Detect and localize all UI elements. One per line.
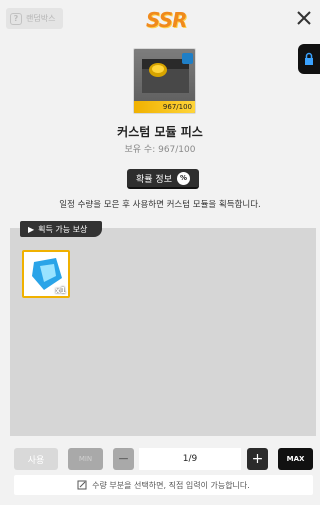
min-button[interactable]: MIN — [68, 448, 103, 470]
rarity-label: SSR — [146, 8, 187, 32]
input-hint: 수량 부분을 선택하면, 직접 입력이 가능합니다. — [14, 475, 313, 495]
input-hint-text: 수량 부분을 선택하면, 직접 입력이 가능합니다. — [92, 480, 250, 490]
quantity-input[interactable]: 1/9 — [139, 448, 241, 470]
reward-panel: x1 — [10, 228, 316, 436]
lock-icon — [305, 52, 313, 65]
question-icon: ? — [10, 12, 22, 25]
edit-icon — [77, 480, 87, 490]
lock-button[interactable] — [298, 44, 320, 74]
percent-icon: % — [176, 171, 190, 185]
reward-tag: ▶ 획득 가능 보상 — [20, 221, 102, 237]
close-icon — [297, 11, 311, 25]
play-icon: ▶ — [28, 224, 35, 234]
random-box-label: 랜덤박스 — [26, 14, 56, 23]
plus-icon: + — [251, 451, 264, 467]
random-box-button[interactable]: ? 랜덤박스 — [6, 8, 63, 29]
reward-item[interactable]: x1 — [22, 250, 70, 298]
increase-button[interactable]: + — [247, 448, 268, 470]
max-button[interactable]: MAX — [278, 448, 313, 470]
reward-quantity: x1 — [55, 286, 66, 295]
item-count-bar: 967/100 — [134, 101, 195, 113]
decrease-button[interactable]: − — [113, 448, 134, 470]
lock-badge-icon — [182, 53, 193, 64]
item-description: 일정 수량을 모은 후 사용하면 커스텀 모듈을 획득합니다. — [59, 200, 261, 210]
close-button[interactable] — [292, 6, 316, 30]
use-button[interactable]: 사용 — [14, 448, 58, 470]
minus-icon: − — [117, 451, 130, 467]
item-name: 커스텀 모듈 피스 — [117, 125, 203, 139]
probability-info-label: 확률 정보 — [136, 174, 172, 185]
owned-count: 보유 수: 967/100 — [124, 145, 196, 155]
reward-tag-label: 획득 가능 보상 — [38, 224, 88, 234]
item-icon-frame: 967/100 — [133, 48, 196, 114]
probability-info-button[interactable]: 확률 정보 % — [127, 169, 199, 189]
